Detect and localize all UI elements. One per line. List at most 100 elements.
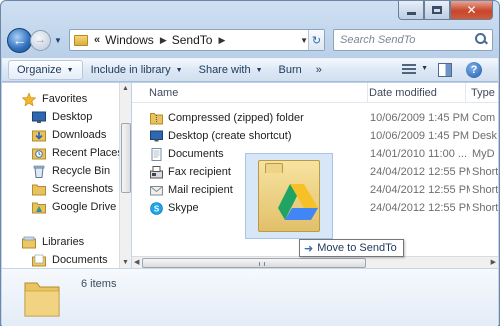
file-type: Short: [472, 184, 498, 196]
breadcrumb-sendto[interactable]: SendTo: [172, 33, 213, 47]
sidebar-item-label: Google Drive: [52, 201, 117, 213]
chevron-down-icon: ▼: [175, 66, 183, 74]
sidebar-item-label: Libraries: [42, 236, 85, 248]
sidebar-item-documents[interactable]: Documents: [32, 251, 108, 268]
file-type: Desk: [472, 130, 498, 142]
organize-button[interactable]: Organize ▼: [8, 60, 83, 80]
refresh-icon: ↻: [311, 34, 322, 47]
caption-buttons: ✕: [398, 1, 493, 20]
file-name: Fax recipient: [168, 166, 231, 178]
folder-tab: [265, 163, 283, 173]
sidebar-item-desktop[interactable]: Desktop: [32, 108, 92, 126]
sidebar-item-screenshots[interactable]: Screenshots: [32, 180, 113, 198]
sidebar-item-favorites[interactable]: Favorites: [22, 90, 87, 108]
breadcrumb-chevron-icon[interactable]: ▶: [160, 35, 167, 46]
sidebar-item-downloads[interactable]: Downloads: [32, 126, 106, 144]
sidebar-item-label: Recent Places: [52, 147, 119, 159]
scrollbar-thumb[interactable]: [121, 123, 131, 193]
forward-button[interactable]: →: [30, 29, 51, 51]
scroll-right-icon[interactable]: ▶: [491, 258, 496, 266]
svg-text:S: S: [154, 204, 160, 213]
file-name: Skype: [168, 202, 199, 214]
search-box[interactable]: Search SendTo: [333, 29, 493, 51]
maximize-button[interactable]: [424, 1, 450, 20]
file-date: 24/04/2012 12:55 PM: [370, 184, 470, 196]
file-name: Mail recipient: [168, 184, 233, 196]
file-list-horizontal-scrollbar[interactable]: ◀ ▶: [132, 256, 498, 268]
scroll-left-icon[interactable]: ◀: [134, 258, 139, 266]
item-count: 6 items: [81, 278, 117, 290]
scrollbar-thumb[interactable]: [142, 258, 366, 268]
column-header-type[interactable]: Type: [466, 83, 498, 103]
address-dropdown-icon[interactable]: ▼: [300, 36, 308, 45]
column-header-name[interactable]: Name: [144, 83, 368, 103]
file-name-cell: Compressed (zipped) folder: [150, 109, 350, 127]
organize-label: Organize: [17, 64, 62, 76]
chevron-down-icon: ▼: [255, 66, 263, 74]
navigation-pane-scrollbar[interactable]: ▲ ▼: [119, 83, 131, 268]
drag-tooltip-text: Move to SendTo: [317, 242, 397, 254]
file-name: Compressed (zipped) folder: [168, 112, 304, 124]
file-name-cell: Desktop (create shortcut): [150, 127, 350, 145]
sidebar-item-label: Desktop: [52, 111, 93, 123]
scroll-down-icon[interactable]: ▼: [122, 259, 129, 266]
sidebar-item-google-drive[interactable]: Google Drive: [32, 198, 116, 216]
search-icon[interactable]: [472, 31, 490, 49]
navigation-pane: Favorites Desktop Downloads Recent Place…: [2, 83, 119, 268]
file-date: 10/06/2009 1:45 PM: [370, 130, 470, 142]
help-icon[interactable]: ?: [466, 62, 482, 78]
navigation-bar: ← → ▼ « Windows ▶ SendTo ▶ ▼ ↻ Search Se…: [7, 25, 493, 55]
refresh-button[interactable]: ↻: [308, 30, 324, 50]
maximize-icon: [432, 6, 442, 14]
sidebar-item-label: Documents: [52, 254, 108, 266]
breadcrumb-windows[interactable]: Windows: [105, 33, 154, 47]
include-in-library-button[interactable]: Include in library ▼: [83, 60, 191, 80]
sidebar-item-label: Downloads: [52, 129, 107, 141]
share-with-button[interactable]: Share with ▼: [191, 60, 271, 80]
preview-pane-icon[interactable]: [438, 63, 452, 77]
file-date: 14/01/2010 11:00 ...: [370, 148, 468, 160]
close-icon: ✕: [466, 3, 477, 17]
mail-icon: [150, 185, 163, 195]
minimize-icon: [406, 11, 416, 15]
sidebar-item-recent-places[interactable]: Recent Places: [32, 144, 119, 162]
breadcrumb-overflow[interactable]: «: [94, 34, 100, 46]
folder-icon: [74, 34, 88, 46]
minimize-button[interactable]: [398, 1, 424, 20]
drag-preview: [245, 153, 333, 239]
move-arrow-icon: ➜: [304, 242, 314, 255]
close-button[interactable]: ✕: [450, 1, 493, 20]
file-type: MyD: [472, 148, 495, 160]
drag-tooltip: ➜ Move to SendTo: [299, 239, 404, 257]
back-button[interactable]: ←: [7, 27, 32, 53]
recent-places-icon: [32, 148, 46, 159]
sidebar-item-libraries[interactable]: Libraries: [22, 233, 84, 251]
sidebar-item-label: Screenshots: [52, 183, 114, 195]
file-type: Com: [472, 112, 496, 124]
column-header-date-modified[interactable]: Date modified: [364, 83, 466, 103]
desktop-icon: [32, 111, 46, 123]
share-label: Share with: [198, 64, 251, 76]
google-drive-icon: [278, 184, 318, 220]
change-view-icon[interactable]: [402, 64, 416, 76]
zip-folder-icon: [150, 112, 163, 124]
star-icon: [22, 92, 36, 106]
recycle-bin-icon: [33, 165, 45, 178]
address-bar[interactable]: « Windows ▶ SendTo ▶ ▼ ↻: [69, 29, 325, 51]
more-commands-button[interactable]: »: [310, 64, 328, 76]
search-input[interactable]: Search SendTo: [340, 34, 472, 46]
view-dropdown-icon[interactable]: ▼: [421, 65, 428, 72]
burn-button[interactable]: Burn: [271, 60, 310, 80]
sidebar-item-recycle-bin[interactable]: Recycle Bin: [32, 162, 110, 180]
command-bar: Organize ▼ Include in library ▼ Share with…: [2, 58, 498, 82]
recent-pages-button[interactable]: ▼: [52, 36, 64, 45]
table-row[interactable]: Compressed (zipped) folder 10/06/2009 1:…: [132, 109, 498, 127]
include-label: Include in library: [90, 64, 171, 76]
fax-icon: [150, 165, 163, 178]
file-date: 24/04/2012 12:55 PM: [370, 202, 470, 214]
table-row[interactable]: Desktop (create shortcut) 10/06/2009 1:4…: [132, 127, 498, 145]
folder-icon: [24, 282, 60, 317]
scroll-up-icon[interactable]: ▲: [122, 85, 129, 92]
breadcrumb-chevron-icon[interactable]: ▶: [218, 35, 225, 46]
file-type: Short: [472, 166, 498, 178]
